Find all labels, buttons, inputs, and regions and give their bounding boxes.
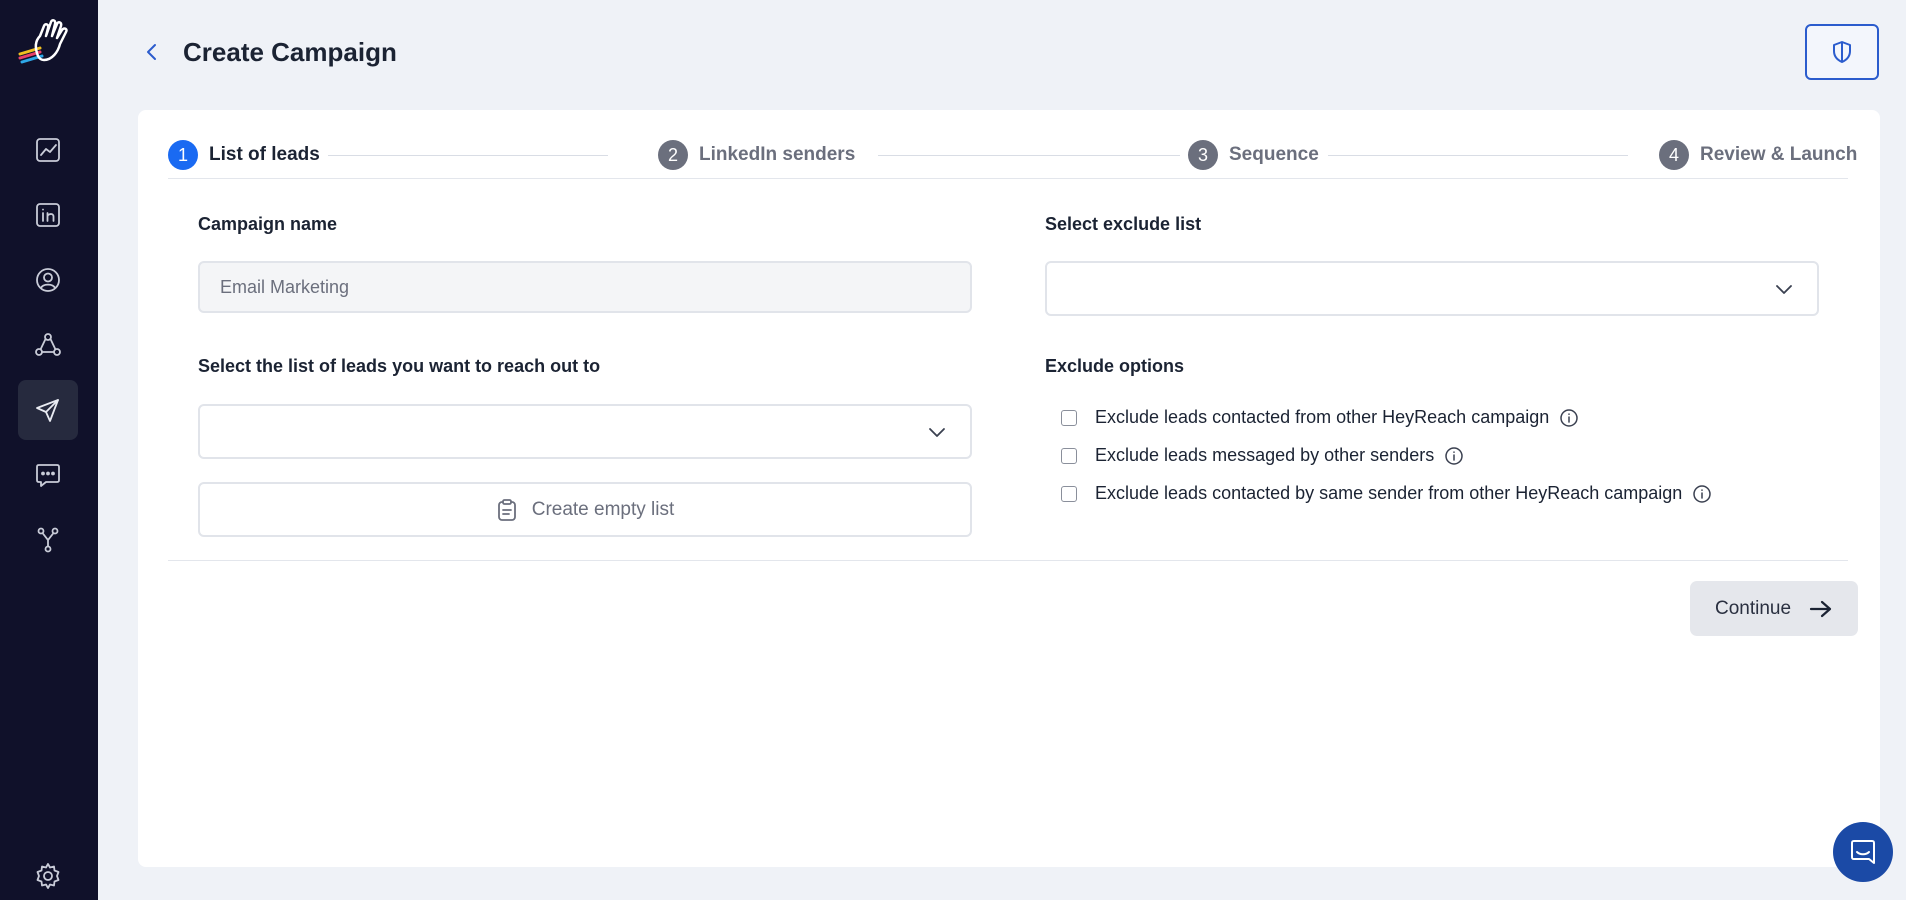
linkedin-icon xyxy=(36,203,60,227)
step-label: List of leads xyxy=(209,144,320,165)
support-chat-button[interactable] xyxy=(1833,822,1893,882)
gear-icon xyxy=(36,863,60,889)
step-sequence[interactable]: 3 Sequence xyxy=(1180,140,1327,170)
campaign-name-input[interactable]: Email Marketing xyxy=(198,261,972,313)
exclude-list-label: Select exclude list xyxy=(1045,214,1202,234)
sidebar-item-inbox[interactable] xyxy=(18,445,78,505)
network-icon xyxy=(35,333,61,356)
create-empty-list-label: Create empty list xyxy=(531,498,675,520)
exclude-list-select[interactable] xyxy=(1045,261,1819,316)
chat-icon xyxy=(36,464,60,487)
analytics-icon xyxy=(36,138,60,162)
sidebar-item-analytics[interactable] xyxy=(18,120,78,180)
step-number: 1 xyxy=(168,140,198,170)
step-number: 3 xyxy=(1188,140,1218,170)
sidebar-item-network[interactable] xyxy=(18,315,78,375)
info-icon[interactable] xyxy=(1444,446,1464,466)
heyreach-logo[interactable] xyxy=(18,18,76,66)
continue-label: Continue xyxy=(1714,597,1792,619)
sidebar-item-campaigns[interactable] xyxy=(18,380,78,440)
main-content: Create Campaign 1 List of leads 2 Linked… xyxy=(98,0,1906,900)
divider xyxy=(168,560,1848,561)
sidebar-item-linkedin[interactable] xyxy=(18,185,78,245)
campaign-card: 1 List of leads 2 LinkedIn senders 3 Seq… xyxy=(138,110,1880,867)
exclude-option-row: Exclude leads contacted from other HeyRe… xyxy=(1061,407,1579,428)
campaign-name-label: Campaign name xyxy=(198,214,338,234)
leads-list-label: Select the list of leads you want to rea… xyxy=(198,356,601,376)
sidebar xyxy=(0,0,98,900)
shield-icon xyxy=(1833,41,1851,63)
user-icon xyxy=(36,268,60,292)
chevron-down-icon xyxy=(929,427,945,437)
page-title: Create Campaign xyxy=(183,37,397,67)
chevron-down-icon xyxy=(1776,284,1792,294)
exclude-option-label[interactable]: Exclude leads messaged by other senders xyxy=(1095,445,1434,466)
step-linkedin-senders[interactable]: 2 LinkedIn senders xyxy=(650,140,864,170)
exclude-option-label[interactable]: Exclude leads contacted by same sender f… xyxy=(1095,483,1682,504)
exclude-option-checkbox[interactable] xyxy=(1061,447,1077,464)
step-connector xyxy=(318,155,608,156)
exclude-option-checkbox[interactable] xyxy=(1061,409,1077,426)
sidebar-item-settings[interactable] xyxy=(18,846,78,900)
back-button[interactable] xyxy=(140,40,164,64)
divider xyxy=(168,178,1848,179)
arrow-right-icon xyxy=(1809,600,1832,617)
sidebar-item-integrations[interactable] xyxy=(18,510,78,570)
create-empty-list-button[interactable]: Create empty list xyxy=(198,482,972,537)
integrations-icon xyxy=(37,527,59,553)
info-icon[interactable] xyxy=(1692,484,1712,504)
step-label: Review & Launch xyxy=(1700,144,1858,165)
step-list-of-leads[interactable]: 1 List of leads xyxy=(168,140,328,170)
exclude-option-checkbox[interactable] xyxy=(1061,485,1077,502)
shield-button[interactable] xyxy=(1805,24,1879,80)
chat-bubble-icon xyxy=(1851,840,1875,864)
step-number: 2 xyxy=(658,140,688,170)
leads-list-select[interactable] xyxy=(198,404,972,459)
exclude-option-row: Exclude leads messaged by other senders xyxy=(1061,445,1464,466)
step-label: LinkedIn senders xyxy=(699,144,856,165)
stepper: 1 List of leads 2 LinkedIn senders 3 Seq… xyxy=(168,130,1858,174)
info-icon[interactable] xyxy=(1559,408,1579,428)
continue-button[interactable]: Continue xyxy=(1690,581,1858,636)
exclude-options-label: Exclude options xyxy=(1045,356,1185,376)
chevron-left-icon xyxy=(147,44,156,60)
sidebar-item-leads[interactable] xyxy=(18,250,78,310)
step-review-launch[interactable]: 4 Review & Launch xyxy=(1651,140,1858,170)
exclude-option-row: Exclude leads contacted by same sender f… xyxy=(1061,483,1712,504)
step-connector xyxy=(878,155,1198,156)
send-icon xyxy=(36,399,59,422)
exclude-option-label[interactable]: Exclude leads contacted from other HeyRe… xyxy=(1095,407,1549,428)
clipboard-icon xyxy=(497,498,516,521)
step-number: 4 xyxy=(1659,140,1689,170)
step-connector xyxy=(1328,155,1628,156)
step-label: Sequence xyxy=(1229,144,1319,165)
